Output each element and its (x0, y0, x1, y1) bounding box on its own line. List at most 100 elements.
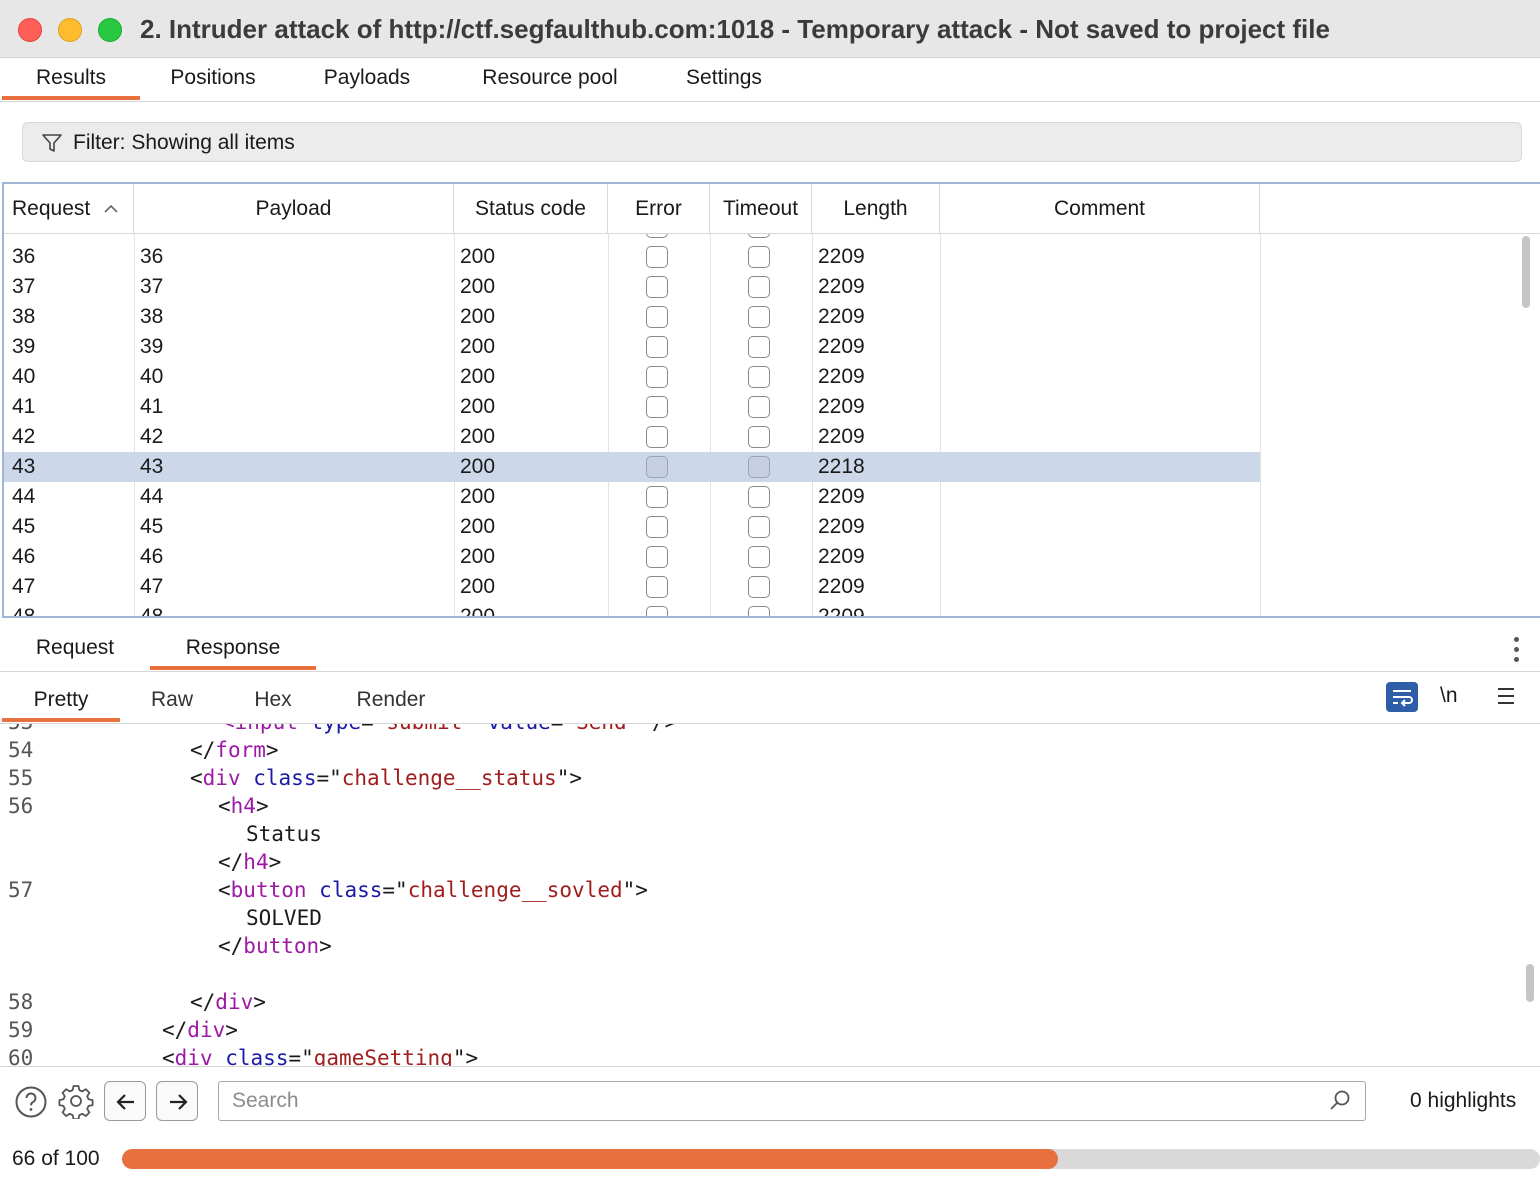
line-number: 60 (8, 1046, 34, 1066)
table-row[interactable]: 38 38 200 2209 (4, 302, 1260, 332)
filter-label: Filter: Showing all items (73, 131, 295, 154)
tab-render[interactable]: Render (336, 672, 446, 724)
column-header-label: Request (12, 197, 91, 220)
tab-hex[interactable]: Hex (240, 672, 306, 724)
code-line: <input type="submit" value="Send" /> (222, 724, 677, 736)
line-number: 56 (8, 794, 34, 818)
gear-icon[interactable] (58, 1083, 94, 1119)
table-row[interactable]: 39 39 200 2209 (4, 332, 1260, 362)
previous-match-button[interactable] (104, 1081, 146, 1121)
minimize-window-button[interactable] (58, 18, 82, 42)
code-token: gameSetting (313, 1046, 453, 1066)
code-token: div (174, 1046, 213, 1066)
cell-request: 40 (12, 365, 36, 388)
timeout-checkbox (748, 576, 770, 598)
column-header-comment[interactable]: Comment (940, 184, 1260, 234)
cell-status-code: 200 (460, 305, 496, 328)
table-row[interactable]: 47 47 200 2209 (4, 572, 1260, 602)
table-row[interactable]: 46 46 200 2209 (4, 542, 1260, 572)
table-row[interactable]: 48 48 200 2209 (4, 602, 1260, 616)
code-token: > (225, 1018, 238, 1042)
code-token: type (311, 724, 362, 734)
cell-request: 47 (12, 575, 36, 598)
timeout-checkbox (748, 234, 770, 238)
cell-payload: 36 (140, 245, 164, 268)
column-header-timeout[interactable]: Timeout (710, 184, 812, 234)
error-checkbox (646, 396, 668, 418)
table-row[interactable]: 44 44 200 2209 (4, 482, 1260, 512)
tab-payloads[interactable]: Payloads (306, 58, 428, 102)
tab-request[interactable]: Request (20, 626, 130, 672)
cell-request: 44 (12, 485, 36, 508)
column-header-status-code[interactable]: Status code (454, 184, 608, 234)
table-row[interactable]: 37 37 200 2209 (4, 272, 1260, 302)
code-token: "> (622, 878, 648, 902)
search-icon (1330, 1090, 1350, 1110)
tab-results[interactable]: Results (2, 58, 140, 102)
cell-request: 41 (12, 395, 36, 418)
cell-request: 43 (12, 455, 36, 478)
timeout-checkbox (748, 456, 770, 478)
tab-pretty[interactable]: Pretty (2, 672, 120, 724)
response-editor[interactable]: 53<input type="submit" value="Send" />54… (0, 724, 1540, 1066)
more-options-icon[interactable] (1506, 636, 1526, 664)
code-token: class (253, 766, 317, 790)
tab-positions[interactable]: Positions (152, 58, 274, 102)
code-token: "> (556, 766, 582, 790)
tab-settings[interactable]: Settings (672, 58, 776, 102)
column-header-error[interactable]: Error (608, 184, 710, 234)
code-token: class (319, 878, 383, 902)
code-token: =" (288, 1046, 314, 1066)
next-match-button[interactable] (156, 1081, 198, 1121)
tab-response[interactable]: Response (150, 626, 316, 672)
column-header-payload[interactable]: Payload (134, 184, 454, 234)
code-token: </ (190, 738, 216, 762)
show-newlines-button[interactable]: \n (1440, 684, 1458, 708)
table-row[interactable]: 35 35 200 2209 (4, 234, 1260, 242)
table-row[interactable]: 41 41 200 2209 (4, 392, 1260, 422)
code-token: h4 (230, 794, 256, 818)
main-tab-bar: Results Positions Payloads Resource pool… (0, 58, 1540, 102)
attack-progress: 66 of 100 (0, 1136, 1540, 1182)
code-token: div (187, 1018, 226, 1042)
cell-payload: 41 (140, 395, 164, 418)
help-icon[interactable] (14, 1085, 48, 1119)
table-row[interactable]: 36 36 200 2209 (4, 242, 1260, 272)
cell-length: 2209 (818, 575, 865, 598)
cell-payload: 46 (140, 545, 164, 568)
cell-status-code: 200 (460, 275, 496, 298)
code-token: =" (382, 878, 408, 902)
code-token: </ (190, 990, 216, 1014)
table-row[interactable]: 40 40 200 2209 (4, 362, 1260, 392)
code-line: <button class="challenge__sovled"> (218, 876, 648, 904)
table-row[interactable]: 42 42 200 2209 (4, 422, 1260, 452)
timeout-checkbox (748, 396, 770, 418)
code-token: div (215, 990, 254, 1014)
line-number (8, 904, 38, 932)
table-scrollbar-thumb[interactable] (1522, 236, 1530, 308)
editor-scrollbar-thumb[interactable] (1526, 964, 1534, 1002)
code-token: > (268, 850, 282, 874)
error-checkbox (646, 276, 668, 298)
column-header-length[interactable]: Length (812, 184, 940, 234)
code-token: > (255, 794, 269, 818)
table-row[interactable]: 45 45 200 2209 (4, 512, 1260, 542)
tab-raw[interactable]: Raw (134, 672, 210, 724)
zoom-window-button[interactable] (98, 18, 122, 42)
table-row[interactable]: 43 43 200 2218 (4, 452, 1260, 482)
cell-length: 2209 (818, 515, 865, 538)
timeout-checkbox (748, 486, 770, 508)
search-input[interactable] (218, 1081, 1366, 1121)
timeout-checkbox (748, 426, 770, 448)
code-token: div (202, 766, 241, 790)
close-window-button[interactable] (18, 18, 42, 42)
wrap-lines-icon[interactable] (1386, 682, 1418, 712)
hamburger-menu-icon[interactable] (1496, 686, 1516, 706)
tab-resource-pool[interactable]: Resource pool (464, 58, 636, 102)
code-token: </ (218, 934, 244, 958)
column-header-request[interactable]: Request (4, 184, 134, 234)
line-number (8, 960, 38, 988)
error-checkbox (646, 606, 668, 616)
filter-bar[interactable]: Filter: Showing all items (22, 122, 1522, 162)
